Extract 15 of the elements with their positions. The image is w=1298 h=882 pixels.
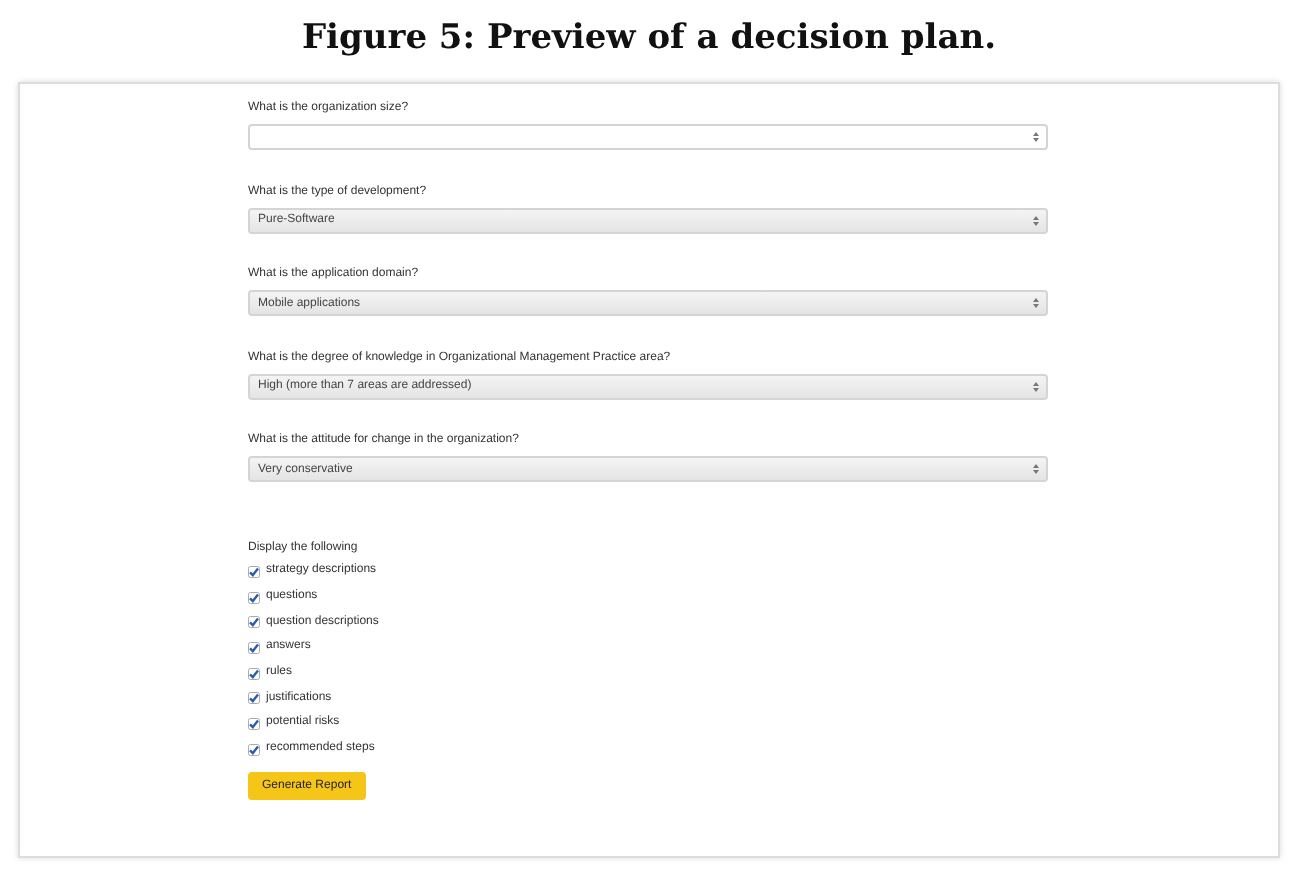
checkbox[interactable] — [248, 641, 260, 654]
checkbox[interactable] — [248, 616, 260, 629]
number-field[interactable] — [248, 124, 1048, 150]
checkbox[interactable] — [248, 717, 260, 730]
spinner-icon[interactable] — [1032, 130, 1040, 144]
checkbox[interactable] — [248, 565, 260, 578]
checkbox[interactable] — [248, 667, 260, 680]
checkbox[interactable] — [248, 743, 260, 756]
spinner-icon[interactable] — [1032, 213, 1040, 227]
spinner-icon[interactable] — [1032, 379, 1040, 393]
checkbox[interactable] — [248, 692, 260, 705]
figure-caption: Figure 5: Preview of a decision plan. — [299, 16, 999, 62]
checkbox[interactable] — [248, 591, 260, 604]
spinner-icon[interactable] — [1032, 462, 1040, 476]
spinner-icon[interactable] — [1032, 296, 1040, 310]
